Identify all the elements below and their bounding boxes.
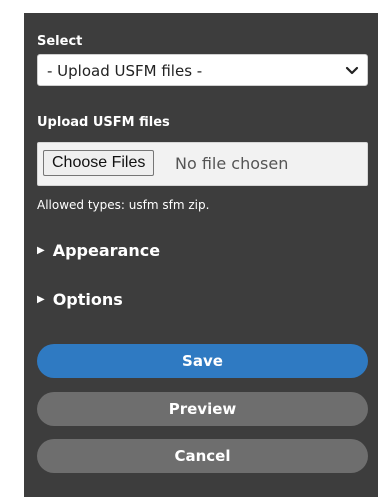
choose-files-button[interactable]: Choose Files [43,150,155,176]
source-select[interactable]: - Upload USFM files - [37,54,368,86]
allowed-types-hint: Allowed types: usfm sfm zip. [37,198,210,212]
form-panel: Select - Upload USFM files - Upload USFM… [24,13,378,497]
triangle-right-icon: ▶ [37,294,45,305]
file-status: No file chosen [175,154,289,173]
cancel-button[interactable]: Cancel [37,439,368,473]
select-label: Select [37,34,83,49]
appearance-toggle[interactable]: ▶ Appearance [37,240,160,262]
upload-label: Upload USFM files [37,115,170,130]
options-label: Options [52,290,123,309]
select-value: - Upload USFM files - [47,62,203,80]
triangle-right-icon: ▶ [37,245,45,256]
chevron-down-icon [345,61,359,81]
preview-button[interactable]: Preview [37,392,368,426]
save-button[interactable]: Save [37,344,368,378]
options-toggle[interactable]: ▶ Options [37,289,123,311]
file-input[interactable]: Choose Files No file chosen [37,142,368,186]
appearance-label: Appearance [52,241,161,260]
